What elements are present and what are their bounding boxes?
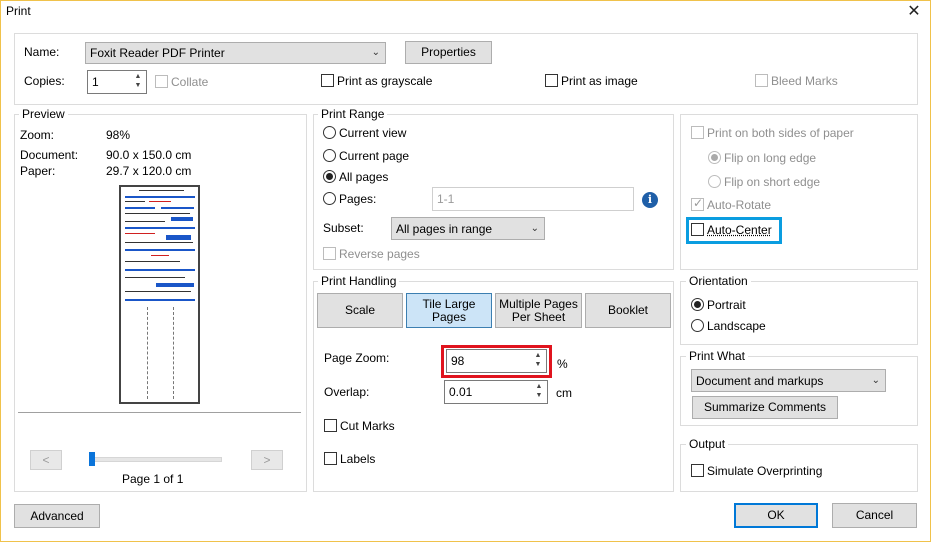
subset-select-value: All pages in range	[396, 221, 493, 236]
portrait-label: Portrait	[707, 298, 746, 312]
close-icon[interactable]: ✕	[904, 2, 924, 22]
grayscale-checkbox[interactable]	[321, 74, 334, 87]
overlap-label: Overlap:	[324, 385, 370, 399]
collate-checkbox[interactable]	[155, 75, 168, 88]
overlap-input[interactable]: 0.01 ▲ ▼	[444, 380, 548, 404]
current-page-radio[interactable]	[323, 149, 336, 162]
tab-booklet[interactable]: Booklet	[585, 293, 671, 328]
zoom-value: 98%	[106, 128, 131, 142]
cancel-button[interactable]: Cancel	[832, 503, 917, 528]
landscape-label: Landscape	[707, 319, 766, 333]
cut-marks-label: Cut Marks	[340, 419, 395, 433]
flip-long-edge-radio[interactable]	[708, 151, 721, 164]
flip-short-edge-radio[interactable]	[708, 175, 721, 188]
both-sides-checkbox[interactable]	[691, 126, 704, 139]
printer-select[interactable]: Foxit Reader PDF Printer ⌄	[85, 42, 386, 64]
summarize-comments-button[interactable]: Summarize Comments	[692, 396, 838, 419]
preview-legend: Preview	[19, 107, 68, 121]
bleed-marks-checkbox[interactable]	[755, 74, 768, 87]
printer-name-label: Name:	[24, 45, 60, 59]
paper-label: Paper:	[20, 164, 56, 178]
zoom-label: Zoom:	[20, 128, 55, 142]
copies-value: 1	[92, 75, 99, 89]
both-sides-label: Print on both sides of paper	[707, 126, 854, 140]
overlap-spinner[interactable]: ▲ ▼	[533, 382, 545, 400]
overlap-unit: cm	[556, 386, 572, 400]
simulate-overprinting-label: Simulate Overprinting	[707, 464, 823, 478]
all-pages-label: All pages	[339, 170, 389, 184]
auto-rotate-checkbox[interactable]	[691, 196, 704, 211]
all-pages-radio[interactable]	[323, 170, 336, 183]
properties-button[interactable]: Properties	[405, 41, 492, 64]
current-page-label: Current page	[339, 149, 410, 163]
document-value: 90.0 x 150.0 cm	[106, 148, 192, 162]
tab-scale[interactable]: Scale	[317, 293, 403, 328]
chevron-down-icon: ⌄	[371, 46, 380, 58]
page-zoom-spinner[interactable]: ▲ ▼	[532, 351, 544, 369]
page-slider-track[interactable]	[89, 457, 222, 462]
prev-page-button[interactable]: <	[30, 450, 62, 470]
tab-multiple-pages-per-sheet[interactable]: Multiple Pages Per Sheet	[495, 293, 582, 328]
collate-label: Collate	[171, 75, 209, 89]
print-what-value: Document and markups	[696, 373, 824, 388]
page-zoom-value: 98	[451, 354, 465, 368]
print-what-legend: Print What	[686, 349, 749, 363]
print-as-image-label: Print as image	[561, 74, 638, 88]
printer-select-value: Foxit Reader PDF Printer	[90, 46, 225, 60]
ok-button[interactable]: OK	[734, 503, 818, 528]
advanced-button[interactable]: Advanced	[14, 504, 100, 528]
preview-separator	[18, 412, 301, 413]
subset-select[interactable]: All pages in range ⌄	[391, 217, 545, 240]
simulate-overprinting-checkbox[interactable]	[691, 464, 704, 477]
overlap-value: 0.01	[449, 385, 473, 399]
print-range-legend: Print Range	[318, 107, 388, 121]
pages-radio[interactable]	[323, 192, 336, 205]
page-indicator: Page 1 of 1	[122, 472, 184, 486]
labels-checkbox[interactable]	[324, 452, 337, 465]
info-icon[interactable]: i	[642, 192, 658, 208]
chevron-down-icon: ⌄	[871, 374, 880, 386]
auto-rotate-label: Auto-Rotate	[707, 198, 772, 212]
page-zoom-input[interactable]: 98 ▲ ▼	[446, 349, 547, 373]
portrait-radio[interactable]	[691, 298, 704, 311]
output-legend: Output	[686, 437, 729, 451]
auto-center-label: Auto-Center	[707, 223, 772, 237]
next-page-button[interactable]: >	[251, 450, 283, 470]
flip-short-edge-label: Flip on short edge	[724, 175, 821, 189]
flip-long-edge-label: Flip on long edge	[724, 151, 817, 165]
print-as-image-checkbox[interactable]	[545, 74, 558, 87]
paper-value: 29.7 x 120.0 cm	[106, 164, 192, 178]
pages-input-value: 1-1	[437, 192, 455, 206]
orientation-group	[680, 281, 918, 345]
reverse-pages-label: Reverse pages	[339, 247, 420, 261]
bleed-marks-label: Bleed Marks	[771, 74, 838, 88]
subset-label: Subset:	[323, 221, 364, 235]
pages-label: Pages:	[339, 192, 377, 206]
cut-marks-checkbox[interactable]	[324, 419, 337, 432]
landscape-radio[interactable]	[691, 319, 704, 332]
print-handling-legend: Print Handling	[318, 274, 400, 288]
reverse-pages-checkbox[interactable]	[323, 247, 336, 260]
current-view-radio[interactable]	[323, 126, 336, 139]
orientation-legend: Orientation	[686, 274, 751, 288]
copies-spinner[interactable]: ▲ ▼	[132, 72, 144, 90]
print-what-select[interactable]: Document and markups ⌄	[691, 369, 886, 392]
grayscale-label: Print as grayscale	[337, 74, 433, 88]
document-label: Document:	[20, 148, 79, 162]
copies-label: Copies:	[24, 74, 65, 88]
page-slider-thumb[interactable]	[89, 452, 95, 466]
page-zoom-label: Page Zoom:	[324, 351, 390, 365]
copies-input[interactable]: 1 ▲ ▼	[87, 70, 147, 94]
auto-center-checkbox[interactable]	[691, 223, 704, 236]
window-title: Print	[6, 4, 31, 18]
page-preview-thumbnail	[119, 185, 200, 404]
chevron-down-icon: ⌄	[530, 222, 539, 234]
tab-tile-large-pages[interactable]: Tile Large Pages	[406, 293, 492, 328]
labels-label: Labels	[340, 452, 376, 466]
pages-input[interactable]: 1-1	[432, 187, 634, 211]
current-view-label: Current view	[339, 126, 407, 140]
page-zoom-unit: %	[557, 357, 568, 371]
